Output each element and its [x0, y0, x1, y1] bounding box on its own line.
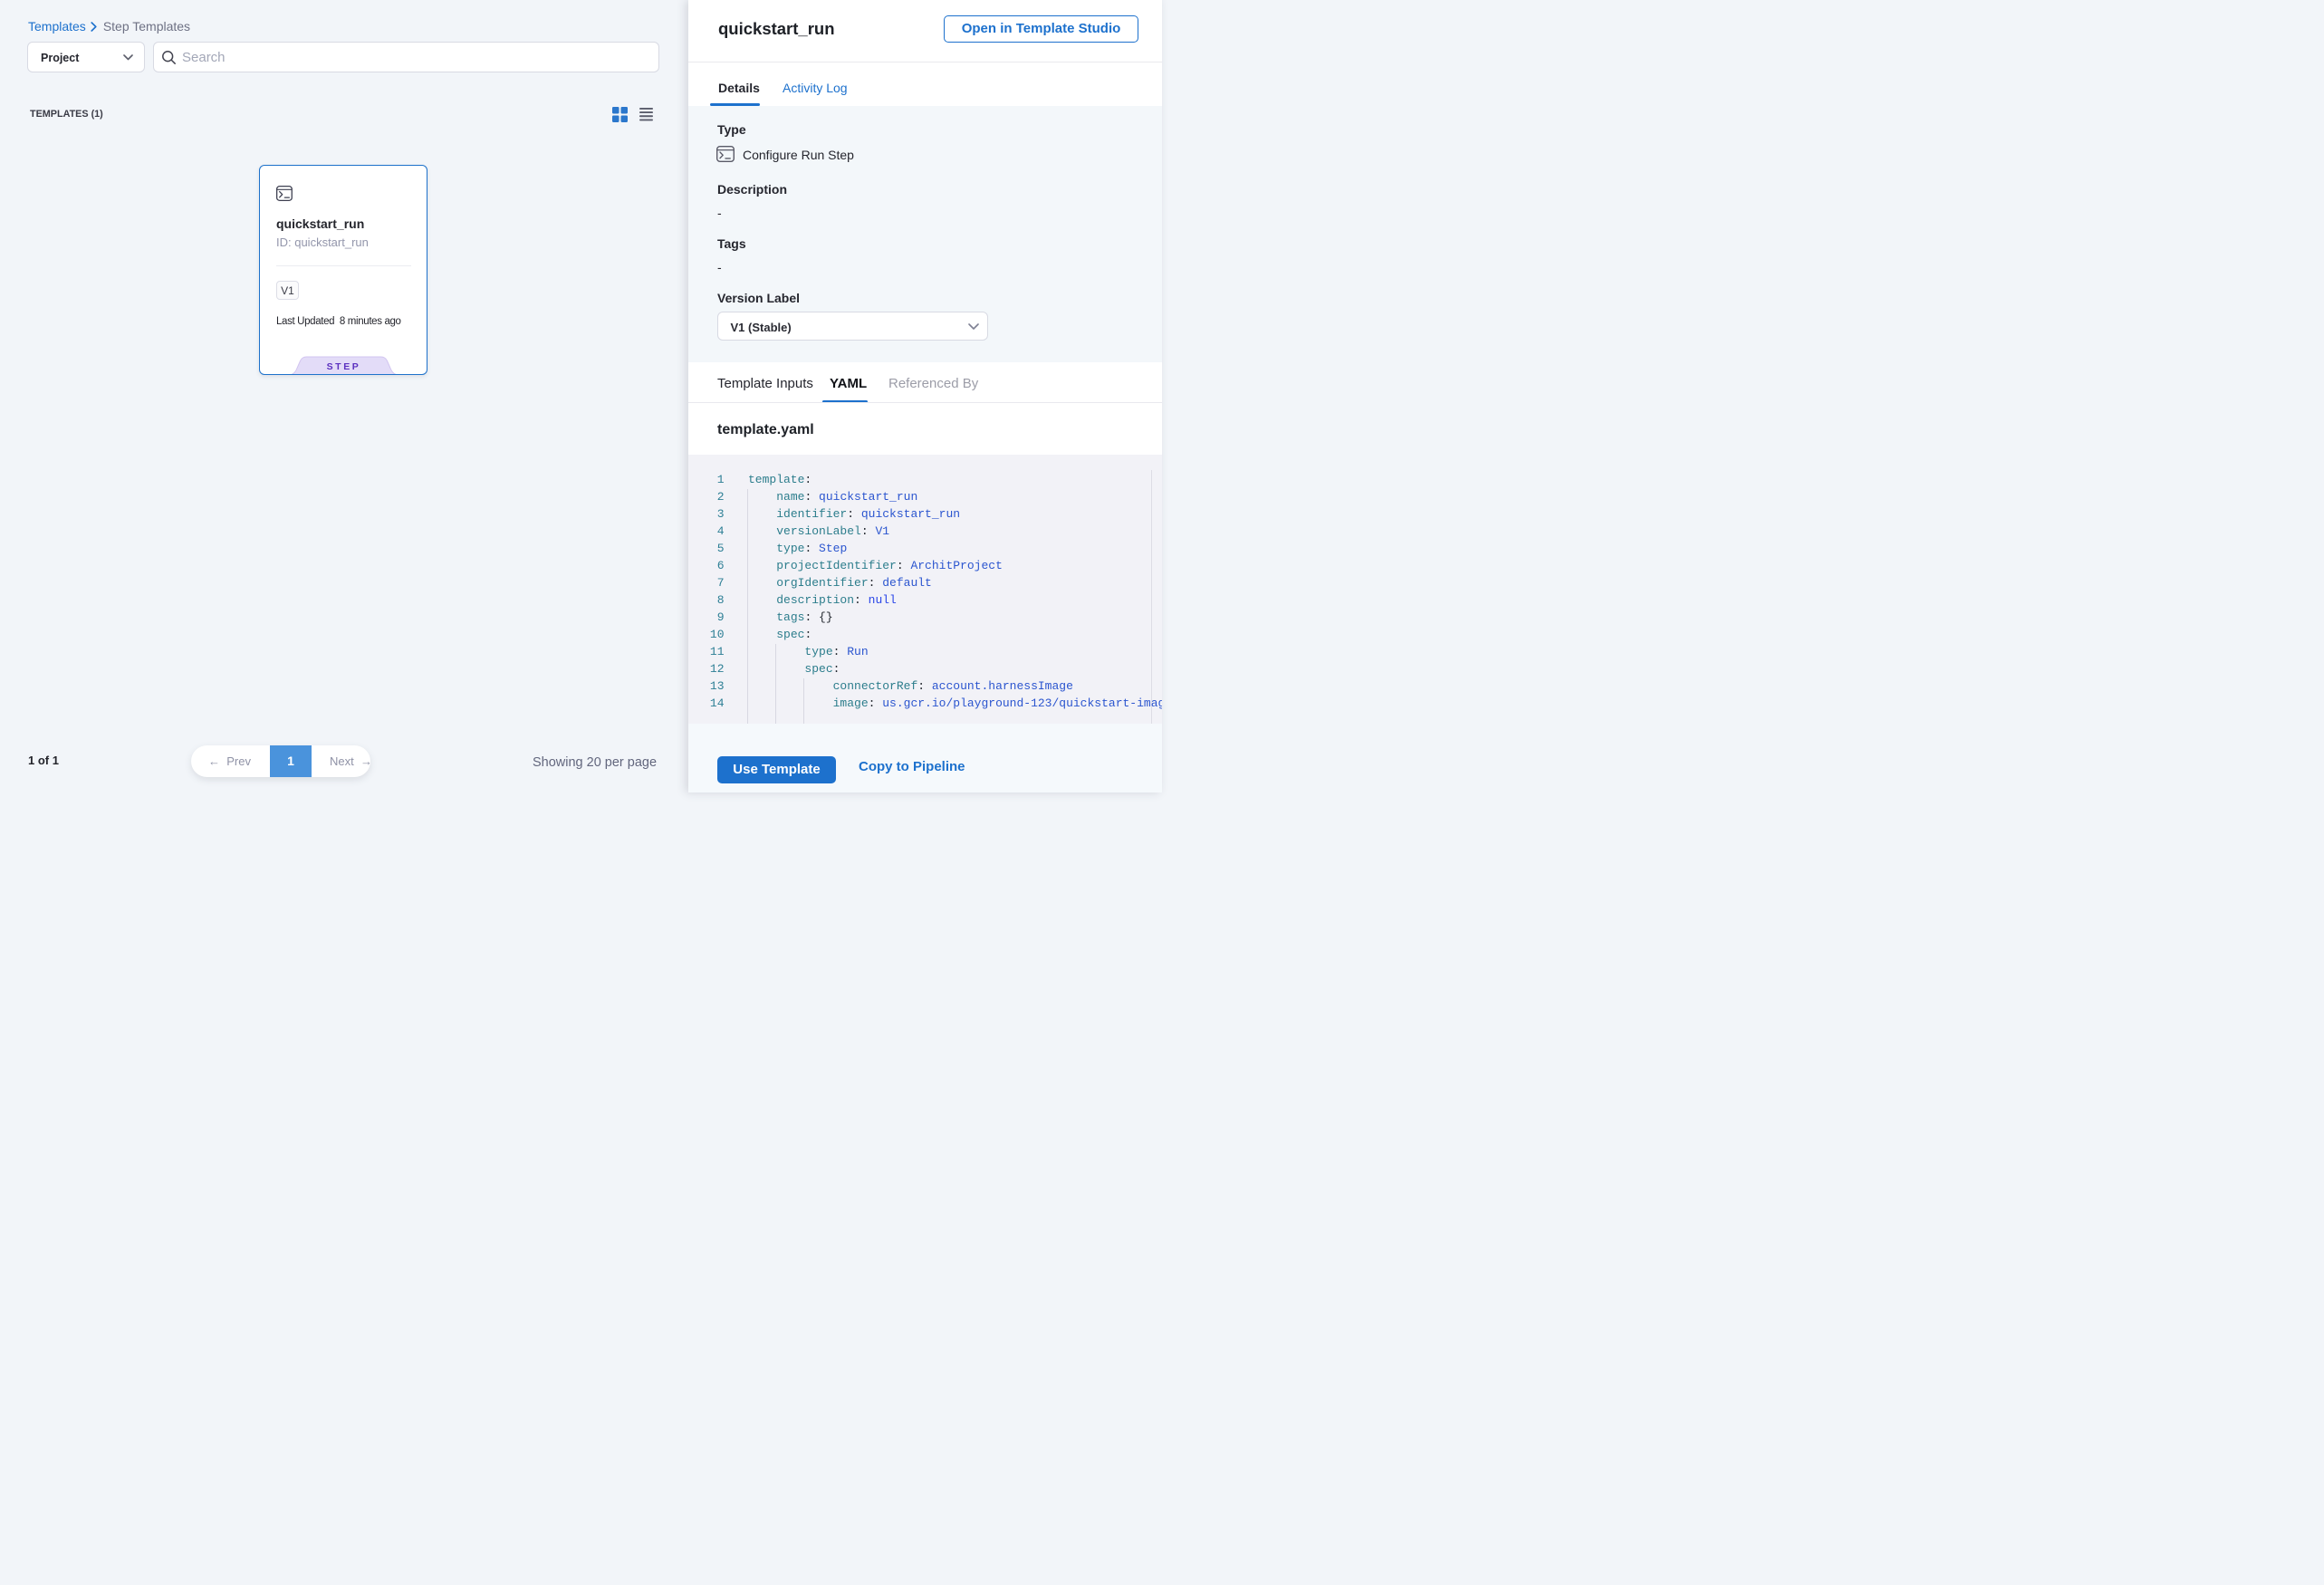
svg-text:STEP: STEP [327, 361, 361, 372]
